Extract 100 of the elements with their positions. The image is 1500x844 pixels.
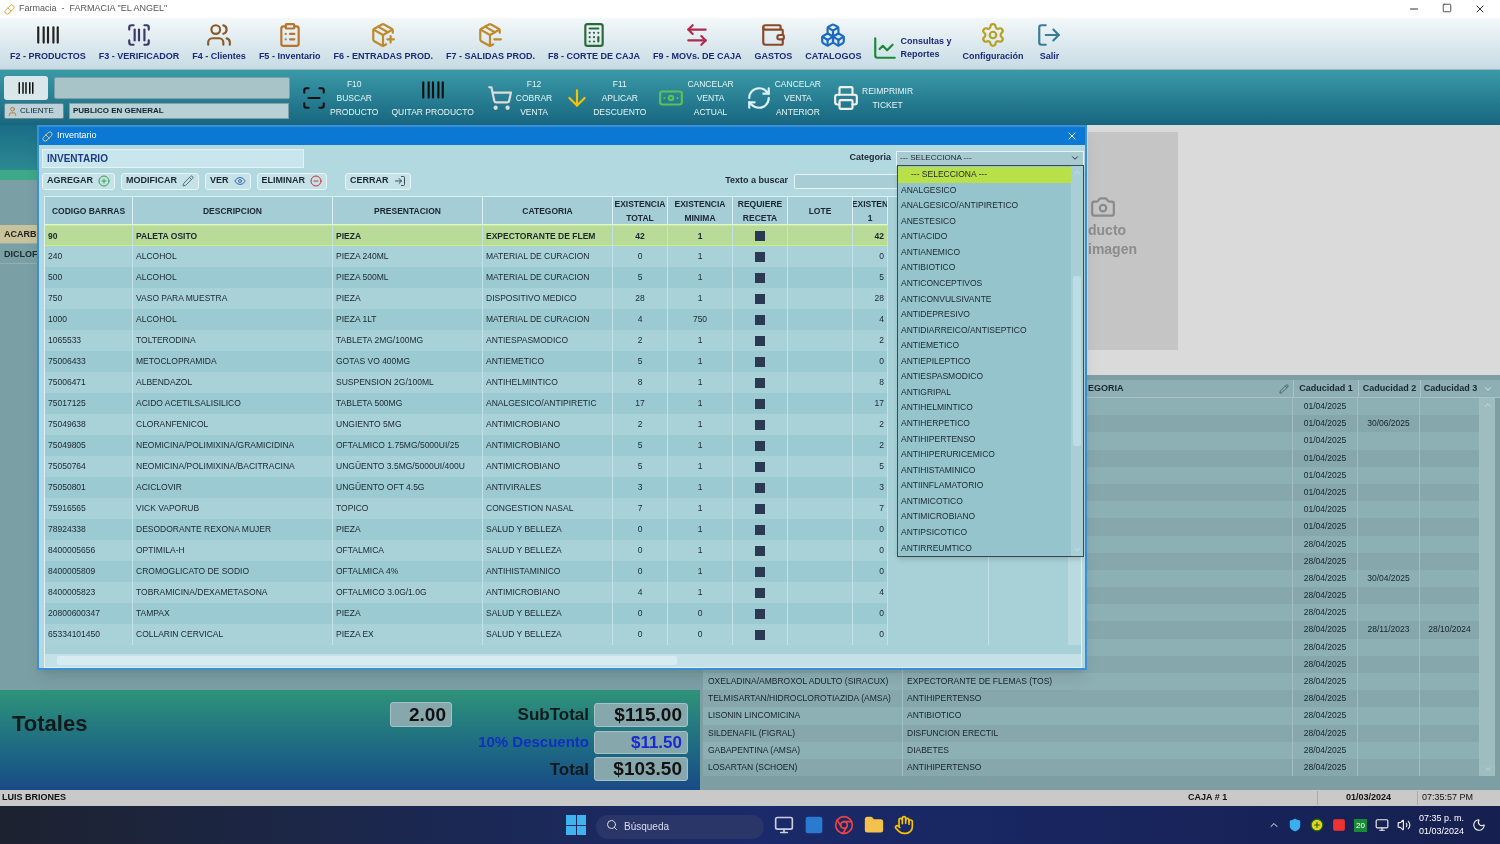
dropdown-option[interactable]: ANTIMICROBIANO [898, 509, 1071, 525]
checkbox[interactable] [755, 482, 765, 493]
dropdown-option[interactable]: ANTIEPILEPTICO [898, 353, 1071, 370]
table-row[interactable]: 8400005656 OPTIMILA-H OFTALMICA SALUD Y BELLEZA 0 1 0 [45, 540, 888, 561]
dropdown-option[interactable]: ANTIANEMICO [898, 244, 1071, 261]
toolbar-button[interactable]: F4 - Clientes [190, 21, 248, 63]
checkbox[interactable] [755, 272, 765, 283]
folder-icon[interactable] [864, 815, 884, 835]
checkbox[interactable] [755, 335, 765, 346]
shield-icon[interactable] [1288, 818, 1303, 832]
table-row[interactable]: 20800600347 TAMPAX PIEZA SALUD Y BELLEZA 0 0 0 [45, 603, 888, 624]
action-button[interactable]: F12 COBRAR VENTA [483, 76, 556, 119]
table-row[interactable]: 750 VASO PARA MUESTRA PIEZA DISPOSITIVO MEDICO 28 1 28 [45, 288, 888, 309]
maximize-icon[interactable] [1442, 3, 1452, 13]
table-row[interactable]: 75017125 ACIDO ACETILSALISILICO TABLETA 500MG ANALGESICO/ANTIPIRETIC 17 1 17 [45, 393, 888, 414]
tray-tile-icon[interactable] [1332, 818, 1347, 832]
table-row[interactable]: 90 PALETA OSITO PIEZA EXPECTORANTE DE FLEM 42 1 42 [45, 225, 888, 246]
dropdown-option[interactable]: ANALGESICO [898, 182, 1071, 199]
dropdown-option[interactable]: ANTIHERPETICO [898, 416, 1071, 432]
toolbar-button[interactable]: CERRAR [345, 172, 411, 190]
table-row[interactable]: 240 ALCOHOL PIEZA 240ML MATERIAL DE CURACION 0 1 0 [45, 246, 888, 267]
dropdown-option[interactable]: ANTIPSICOTICO [898, 524, 1071, 541]
checkbox[interactable] [755, 293, 765, 304]
dropdown-option[interactable]: ANTICONVULSIVANTE [898, 291, 1071, 308]
checkbox[interactable] [755, 629, 765, 640]
action-button[interactable]: REIMPRIMIR TICKET [830, 83, 916, 112]
close-icon[interactable] [1474, 3, 1486, 15]
table-row[interactable]: 75049638 CLORANFENICOL UNGIENTO 5MG ANTIMICROBIANO 2 1 2 [45, 414, 888, 435]
action-button[interactable]: F10 BUSCAR PRODUCTO [298, 76, 382, 119]
checkbox[interactable] [755, 251, 765, 262]
dropdown-option[interactable]: --- SELECCIONA --- [898, 167, 1071, 183]
barcode-add-button[interactable] [4, 76, 48, 100]
category-select[interactable]: --- SELECCIONA --- [896, 150, 1084, 166]
dropdown-option[interactable]: ANTIRREUMTICO [898, 540, 1071, 557]
toolbar-button[interactable]: Configuración [960, 21, 1026, 63]
table-row[interactable]: 8400005823 TOBRAMICINA/DEXAMETASONA OFTALMICO 3.0G/1.0G ANTIMICROBIANO 4 1 4 [45, 582, 888, 603]
checkbox[interactable] [755, 440, 765, 451]
dropdown-option[interactable]: ANTIBIOTICO [898, 260, 1071, 276]
toolbar-button[interactable]: F7 - SALIDAS PROD. [443, 21, 537, 63]
taskbar-search[interactable]: Búsqueda [596, 814, 764, 839]
network-icon[interactable] [1374, 818, 1389, 832]
dropdown-option[interactable]: ANTIEMETICO [898, 338, 1071, 354]
checkbox[interactable] [755, 587, 765, 598]
toolbar-button[interactable]: MODIFICAR [121, 172, 199, 190]
table-row[interactable]: 75916565 VICK VAPORUB TOPICO CONGESTION NASAL 7 1 7 [45, 498, 888, 519]
action-button[interactable]: QUITAR PRODUCTO [387, 76, 478, 119]
toolbar-button[interactable]: F8 - CORTE DE CAJA [545, 21, 642, 63]
action-button[interactable]: CANCELAR VENTA ACTUAL [655, 76, 737, 119]
start-button[interactable] [566, 815, 586, 835]
checkbox[interactable] [755, 608, 765, 619]
table-row[interactable]: 75006471 ALBENDAZOL SUSPENSION 2G/100ML ANTIHELMINTICO 8 1 8 [45, 372, 888, 393]
table-row[interactable]: 75006433 METOCLOPRAMIDA GOTAS VO 400MG ANTIEMETICO 5 1 0 [45, 351, 888, 372]
table-row[interactable]: 65334101450 COLLARIN CERVICAL PIEZA EX SALUD Y BELLEZA 0 0 0 [45, 624, 888, 645]
checkbox[interactable] [755, 503, 765, 514]
plus-icon[interactable] [1310, 818, 1325, 832]
toolbar-button[interactable]: F9 - MOVs. DE CAJA [650, 21, 744, 63]
table-row[interactable]: 75050764 NEOMICINA/POLIMIXINA/BACITRACINA UNGÜENTO 3.5MG/5000UI/400U ANTIMICROBIANO 5 1 5 [45, 456, 888, 477]
checkbox[interactable] [755, 398, 765, 409]
dropdown-option[interactable]: ANTICONCEPTIVOS [898, 275, 1071, 292]
dropdown-option[interactable]: ANALGESICO/ANTIPIRETICO [898, 198, 1071, 214]
checkbox[interactable] [755, 461, 765, 472]
clock[interactable]: 07:35 p. m. 01/03/2024 [1418, 812, 1464, 838]
table-row[interactable]: 8400005809 CROMOGLICATO DE SODIO OFTALMICA 4% ANTIHISTAMINICO 0 1 0 [45, 561, 888, 582]
tray-badge[interactable]: 20 [1354, 818, 1367, 832]
toolbar-button[interactable]: ELIMINAR [256, 172, 328, 190]
client-button[interactable]: CLIENTE [4, 103, 64, 119]
table-row[interactable]: 1065533 TOLTERODINA TABLETA 2MG/100MG ANTIESPASMODICO 2 1 2 [45, 330, 888, 351]
toolbar-button[interactable]: F2 - PRODUCTOS [8, 21, 88, 63]
dropdown-option[interactable]: ANTIDIARREICO/ANTISEPTICO [898, 322, 1071, 339]
checkbox[interactable] [755, 566, 765, 577]
scrollbar[interactable] [45, 654, 1081, 667]
table-row[interactable]: 1000 ALCOHOL PIEZA 1LT MATERIAL DE CURACION 4 750 4 [45, 309, 888, 330]
moon-icon[interactable] [1472, 818, 1486, 832]
hand-icon[interactable] [894, 815, 914, 835]
dropdown-option[interactable]: ANTIHIPERURICEMICO [898, 447, 1071, 463]
table-row[interactable]: 78924338 DESODORANTE REXONA MUJER PIEZA SALUD Y BELLEZA 0 1 0 [45, 519, 888, 540]
toolbar-button[interactable]: F5 - Inventario [256, 21, 323, 63]
dropdown-option[interactable]: ANTIGRIPAL [898, 384, 1071, 401]
browser-icon[interactable] [834, 815, 854, 835]
dropdown-option[interactable]: ANTIINFLAMATORIO [898, 478, 1071, 494]
dropdown-option[interactable]: ANTIHISTAMINICO [898, 462, 1071, 479]
toolbar-button[interactable]: F6 - ENTRADAS PROD. [331, 21, 435, 63]
toolbar-button[interactable]: Consultas y Reportes [872, 35, 952, 61]
checkbox[interactable] [755, 419, 765, 430]
checkbox[interactable] [755, 356, 765, 367]
toolbar-button[interactable]: GASTOS [752, 21, 795, 63]
table-row[interactable]: 75049805 NEOMICINA/POLIMIXINA/GRAMICIDINA OFTALMICO 1.75MG/5000UI/25 ANTIMICROBIANO 5 1 2 [45, 435, 888, 456]
toolbar-button[interactable]: Salir [1034, 21, 1065, 63]
dropdown-option[interactable]: ANTIACIDO [898, 229, 1071, 245]
app-tile-icon[interactable] [804, 815, 824, 835]
dropdown-option[interactable]: ANTIDEPRESIVO [898, 307, 1071, 323]
dropdown-option[interactable]: ANTIHIPERTENSO [898, 431, 1071, 448]
volume-icon[interactable] [1396, 818, 1411, 832]
checkbox[interactable] [755, 545, 765, 556]
toolbar-button[interactable]: AGREGAR [42, 172, 115, 190]
dropdown-option[interactable]: ANTIESPASMODICO [898, 369, 1071, 385]
toolbar-button[interactable]: CATALOGOS [803, 21, 864, 63]
action-button[interactable]: CANCELAR VENTA ANTERIOR [742, 76, 824, 119]
action-button[interactable]: F11 APLICAR DESCUENTO [561, 76, 650, 119]
dropdown-option[interactable]: ANESTESICO [898, 213, 1071, 230]
